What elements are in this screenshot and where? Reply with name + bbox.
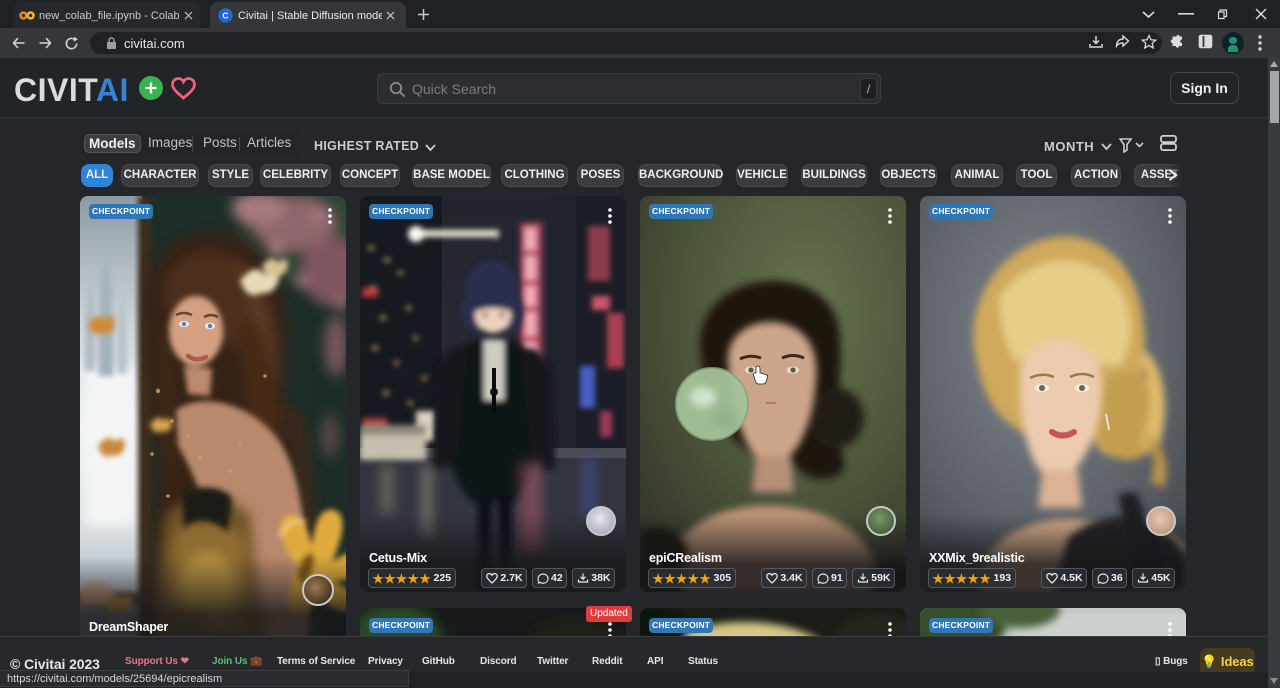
svg-text:C: C	[222, 11, 228, 21]
